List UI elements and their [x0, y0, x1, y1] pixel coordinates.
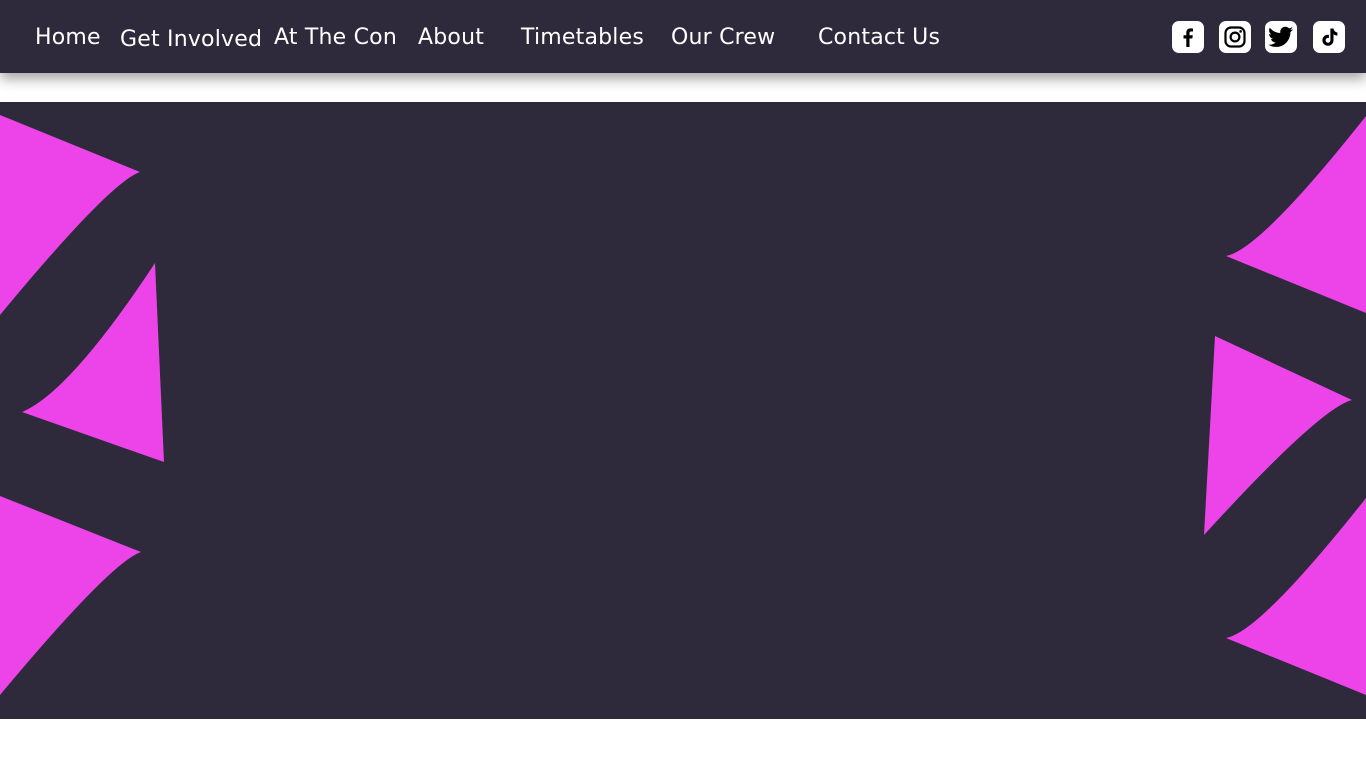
- triangle-left-3: [0, 496, 141, 695]
- twitter-icon: [1268, 26, 1293, 47]
- triangle-right-2: [1204, 336, 1352, 535]
- tiktok-icon: [1322, 28, 1338, 46]
- facebook-icon: [1183, 28, 1193, 47]
- triangle-right-1: [1226, 116, 1366, 313]
- triangle-left-2: [22, 263, 164, 462]
- top-navigation-bar: Home Get Involved At The Con About Timet…: [0, 0, 1366, 73]
- instagram-link[interactable]: [1219, 21, 1251, 53]
- decorative-triangles: [0, 115, 1366, 695]
- nav-about[interactable]: About: [418, 22, 484, 54]
- hero-banner: [0, 102, 1366, 719]
- tiktok-link[interactable]: [1313, 21, 1345, 53]
- nav-at-the-con[interactable]: At The Con: [274, 22, 397, 54]
- nav-timetables[interactable]: Timetables: [521, 22, 644, 54]
- instagram-icon: [1224, 26, 1246, 48]
- nav-get-involved[interactable]: Get Involved: [120, 24, 262, 56]
- nav-contact-us[interactable]: Contact Us: [818, 22, 940, 54]
- nav-home[interactable]: Home: [35, 22, 101, 54]
- triangle-right-3: [1226, 498, 1366, 695]
- facebook-link[interactable]: [1172, 21, 1204, 53]
- twitter-link[interactable]: [1265, 21, 1297, 53]
- nav-our-crew[interactable]: Our Crew: [671, 22, 775, 54]
- triangle-left-1: [0, 115, 140, 315]
